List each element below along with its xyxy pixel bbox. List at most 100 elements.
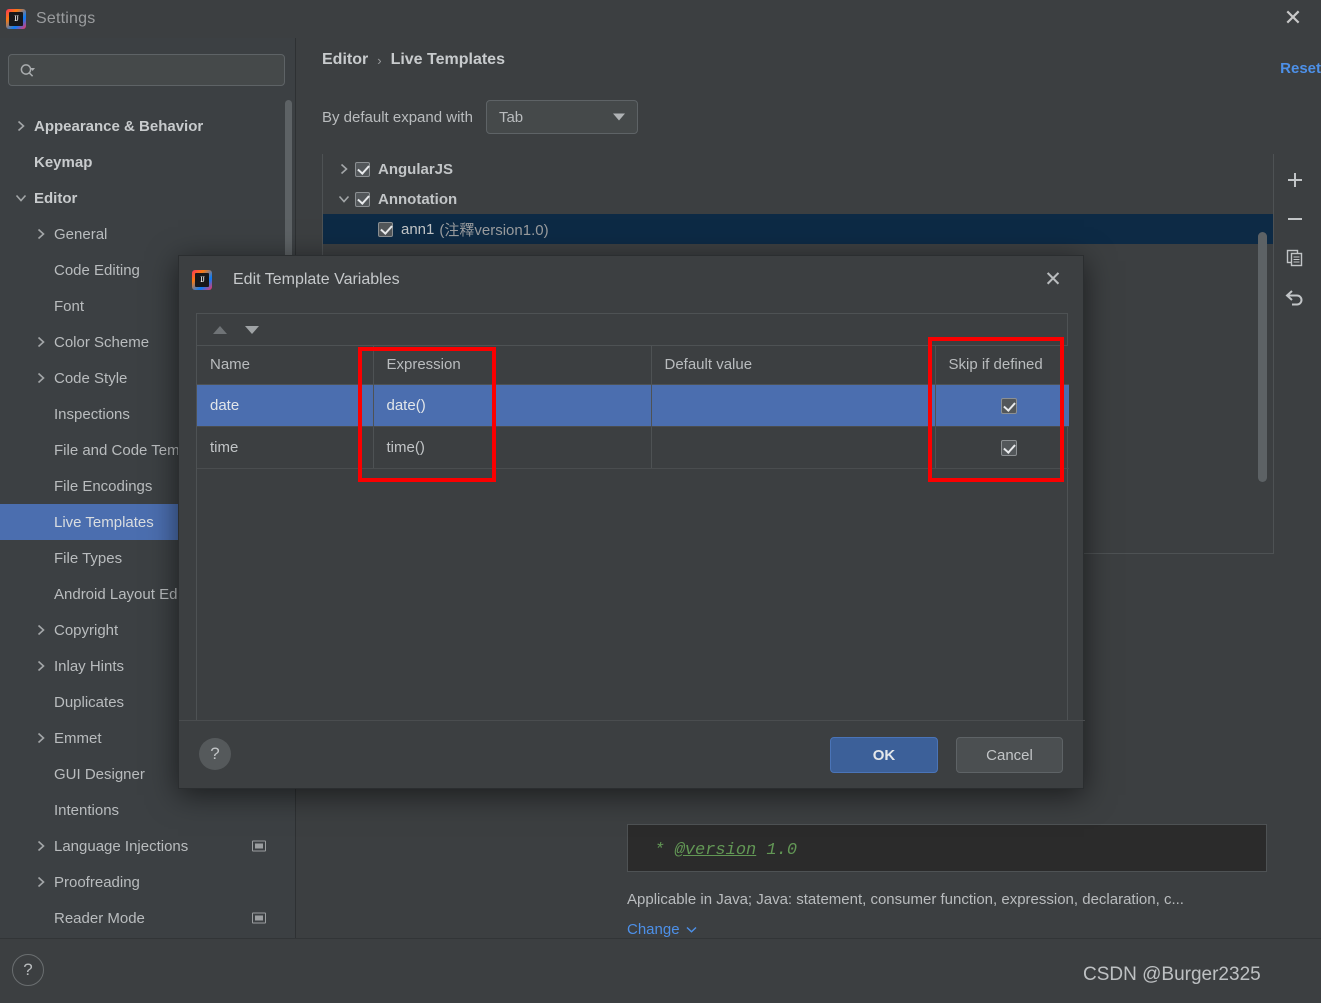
sidebar-item-label: Intentions	[54, 801, 120, 819]
template-row-annotation[interactable]: Annotation	[323, 184, 1273, 214]
search-input[interactable]	[36, 62, 284, 78]
dialog-body: Name Expression Default value Skip if de…	[196, 313, 1069, 976]
cell-name[interactable]: date	[197, 384, 374, 427]
skip-if-defined-checkbox[interactable]	[1000, 439, 1017, 456]
table-row[interactable]: time time()	[197, 426, 1069, 469]
breadcrumb: Editor › Live Templates	[322, 51, 505, 69]
column-header-name[interactable]: Name	[197, 346, 374, 385]
chevron-right-icon[interactable]	[32, 732, 50, 744]
sidebar-item-label: Font	[54, 297, 85, 315]
sidebar-item-editor[interactable]: Editor	[0, 180, 296, 216]
search-container	[8, 54, 285, 86]
arrow-down-icon[interactable]	[243, 321, 261, 339]
sidebar-item-keymap[interactable]: Keymap	[0, 144, 296, 180]
question-mark-icon[interactable]: ?	[12, 954, 44, 986]
chevron-right-icon[interactable]	[32, 336, 50, 348]
templates-list: AngularJS Annotation ann1 (注釋version1.0)	[323, 154, 1273, 244]
cell-skip-if-defined[interactable]	[935, 384, 1069, 427]
sidebar-item-label: File Encodings	[54, 477, 153, 495]
chevron-down-icon[interactable]	[333, 194, 355, 204]
column-header-expression[interactable]: Expression	[373, 346, 652, 385]
template-checkbox[interactable]	[355, 161, 370, 177]
templates-toolbar	[1278, 156, 1312, 324]
sidebar-item-label: Language Injections	[54, 837, 189, 855]
chevron-right-icon[interactable]	[12, 120, 30, 132]
sidebar-item-label: General	[54, 225, 108, 243]
sidebar-item-label: Android Layout Editor	[54, 585, 199, 603]
dialog-cancel-button[interactable]: Cancel	[956, 737, 1063, 773]
default-expand-label: By default expand with	[322, 108, 473, 126]
dialog-ok-button[interactable]: OK	[830, 737, 938, 773]
dialog-title: Edit Template Variables	[233, 271, 400, 288]
window-titlebar: IJ Settings	[0, 0, 1321, 38]
column-header-skip-if-defined[interactable]: Skip if defined	[935, 346, 1069, 385]
template-checkbox[interactable]	[378, 221, 393, 237]
reset-link[interactable]: Reset	[1280, 60, 1321, 77]
add-icon[interactable]	[1280, 165, 1310, 195]
edit-template-variables-dialog: IJ Edit Template Variables ✕ Name Expres…	[178, 255, 1085, 789]
sidebar-item-label: File Types	[54, 549, 123, 567]
sidebar-item-label: Appearance & Behavior	[34, 117, 204, 135]
chevron-right-icon[interactable]	[333, 163, 355, 175]
search-box[interactable]	[8, 54, 285, 86]
cell-default-value[interactable]	[651, 384, 936, 427]
sidebar-item-label: Emmet	[54, 729, 102, 747]
breadcrumb-parent[interactable]: Editor	[322, 51, 368, 69]
chevron-down-icon	[612, 113, 625, 121]
chevron-right-icon[interactable]	[32, 840, 50, 852]
sidebar-item-label: Live Templates	[54, 513, 154, 531]
cell-default-value[interactable]	[651, 426, 936, 469]
chevron-right-icon[interactable]	[32, 660, 50, 672]
chevron-right-icon[interactable]	[32, 624, 50, 636]
sidebar-item-label: Code Style	[54, 369, 128, 387]
question-mark-icon[interactable]: ?	[199, 738, 231, 770]
template-label: ann1	[401, 220, 435, 238]
sidebar-item-label: Proofreading	[54, 873, 140, 891]
sidebar-item-label: Code Editing	[54, 261, 140, 279]
breadcrumb-separator-icon: ›	[377, 52, 382, 68]
chevron-right-icon[interactable]	[32, 228, 50, 240]
revert-icon[interactable]	[1280, 282, 1310, 312]
window-close-icon[interactable]: ✕	[1275, 3, 1311, 35]
skip-if-defined-checkbox[interactable]	[1000, 397, 1017, 414]
dialog-titlebar: IJ Edit Template Variables ✕	[179, 256, 1083, 304]
table-header-row: Name Expression Default value Skip if de…	[197, 346, 1069, 385]
cell-expression[interactable]: date()	[373, 384, 652, 427]
template-label: Annotation	[378, 190, 458, 208]
remove-icon[interactable]	[1280, 204, 1310, 234]
sidebar-item-general[interactable]: General	[0, 216, 296, 252]
settings-window: IJ Settings ✕ Appearance & Behavior Keyma…	[0, 0, 1321, 1003]
templates-scrollbar[interactable]	[1258, 232, 1267, 482]
arrow-up-icon[interactable]	[211, 321, 229, 339]
search-icon	[19, 63, 36, 78]
chevron-right-icon[interactable]	[32, 876, 50, 888]
default-expand-select[interactable]: Tab	[485, 100, 638, 134]
sidebar-item-label: Color Scheme	[54, 333, 150, 351]
sidebar-item-appearance-behavior[interactable]: Appearance & Behavior	[0, 108, 296, 144]
chevron-right-icon[interactable]	[32, 372, 50, 384]
copy-icon[interactable]	[1280, 243, 1310, 273]
template-row-angularjs[interactable]: AngularJS	[323, 154, 1273, 184]
template-checkbox[interactable]	[355, 191, 370, 207]
chevron-down-icon[interactable]	[12, 193, 30, 203]
intellij-idea-logo-icon: IJ	[192, 270, 212, 290]
sidebar-item-label: Inspections	[54, 405, 130, 423]
cell-expression[interactable]: time()	[373, 426, 652, 469]
sidebar-item-label: Keymap	[34, 153, 93, 171]
template-row-ann1[interactable]: ann1 (注釋version1.0)	[323, 214, 1273, 244]
default-expand-value: Tab	[498, 108, 524, 126]
cell-name[interactable]: time	[197, 426, 374, 469]
window-title: Settings	[36, 10, 96, 27]
sidebar-item-label: Editor	[34, 189, 78, 207]
dialog-close-icon[interactable]: ✕	[1037, 264, 1069, 294]
column-header-default-value[interactable]: Default value	[651, 346, 936, 385]
sidebar-item-label: Duplicates	[54, 693, 125, 711]
cell-skip-if-defined[interactable]	[935, 426, 1069, 469]
intellij-idea-logo-icon: IJ	[6, 9, 26, 29]
variables-sort-toolbar	[197, 314, 1067, 346]
default-expand-row: By default expand with Tab	[322, 100, 638, 134]
sidebar-item-label: Inlay Hints	[54, 657, 125, 675]
table-row[interactable]: date date()	[197, 384, 1069, 427]
breadcrumb-current: Live Templates	[390, 51, 505, 68]
sidebar-item-label: Reader Mode	[54, 909, 145, 927]
